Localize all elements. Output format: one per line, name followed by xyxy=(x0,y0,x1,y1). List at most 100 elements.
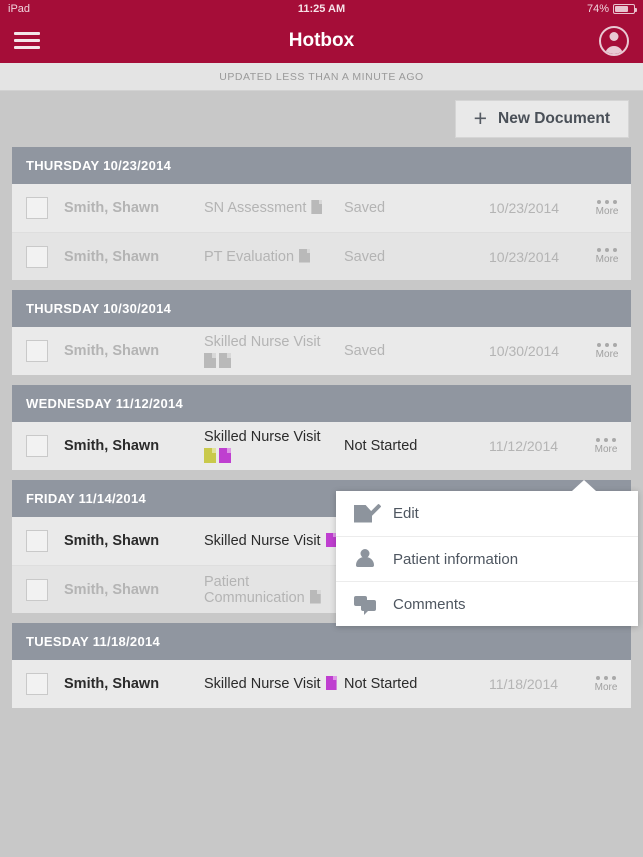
row-date: 11/12/2014 xyxy=(489,438,559,454)
document-gray-icon xyxy=(311,200,323,214)
more-label: More xyxy=(595,205,619,217)
document-type-cell: Skilled Nurse Visit xyxy=(204,676,344,692)
document-icons xyxy=(204,448,344,463)
more-label: More xyxy=(594,443,618,455)
document-type-cell: Skilled Nurse Visit xyxy=(204,533,344,549)
row-checkbox[interactable] xyxy=(26,530,48,552)
section-header: THURSDAY 10/23/2014 xyxy=(12,147,631,184)
date-section: THURSDAY 10/30/2014 Smith, Shawn Skilled N… xyxy=(12,290,631,375)
status-battery-group: 74% xyxy=(586,3,637,15)
new-document-button[interactable]: + New Document xyxy=(454,100,629,138)
document-type-cell: SN Assessment xyxy=(204,200,344,216)
date-section: TUESDAY 11/18/2014 Smith, Shawn Skilled Nu… xyxy=(12,623,631,708)
status-text: Not Started xyxy=(344,676,418,692)
navigation-bar: Hotbox xyxy=(0,18,643,63)
document-purple-icon xyxy=(325,533,337,547)
row-checkbox[interactable] xyxy=(26,578,48,601)
popover-item-label: Comments xyxy=(393,595,466,613)
more-dots-icon xyxy=(596,437,617,442)
more-dots-icon xyxy=(597,199,618,204)
status-battery-percent: 74% xyxy=(586,3,609,15)
row-checkbox[interactable] xyxy=(26,197,48,219)
last-updated-text: UPDATED LESS THAN A MINUTE AGO xyxy=(219,70,424,83)
comments-icon xyxy=(354,593,376,615)
more-dots-icon xyxy=(597,248,618,252)
document-purple-icon xyxy=(219,448,231,463)
document-gray-icon xyxy=(299,248,311,263)
document-type-label: SN Assessment xyxy=(204,200,307,216)
status-text: Saved xyxy=(344,248,386,265)
document-type-cell: PT Evaluation xyxy=(204,248,344,265)
section-header: WEDNESDAY 11/12/2014 xyxy=(12,385,631,422)
last-updated-bar: UPDATED LESS THAN A MINUTE AGO xyxy=(0,63,643,91)
status-clock: 11:25 AM xyxy=(297,3,346,15)
document-type-cell: Skilled Nurse Visit xyxy=(204,334,344,368)
row-checkbox[interactable] xyxy=(26,673,48,695)
patient-name: Smith, Shawn xyxy=(64,581,160,598)
person-icon xyxy=(354,548,376,570)
document-type-label: Patient Communication xyxy=(204,573,305,606)
section-header: TUESDAY 11/18/2014 xyxy=(12,623,631,660)
patient-name: Smith, Shawn xyxy=(64,200,160,216)
document-purple-icon xyxy=(325,676,337,690)
row-checkbox[interactable] xyxy=(26,435,48,457)
patient-name: Smith, Shawn xyxy=(64,248,160,265)
popover-item-edit[interactable]: Edit xyxy=(336,491,638,536)
row-date: 10/23/2014 xyxy=(489,248,560,265)
app-screen: iPad 11:25 AM 74% Hotbox UPDATED LESS TH… xyxy=(0,0,643,857)
row-actions-popover: Edit Patient information Comments xyxy=(336,480,638,626)
document-type-cell: Patient Communication xyxy=(204,574,344,606)
table-row[interactable]: Smith, Shawn Skilled Nurse Visit Saved 10/3… xyxy=(12,327,631,375)
document-gray-icon xyxy=(219,353,231,368)
more-actions-button[interactable]: More xyxy=(584,437,628,455)
popover-item-label: Patient information xyxy=(393,550,519,568)
document-type-label: Skilled Nurse Visit xyxy=(204,334,321,350)
patient-name: Smith, Shawn xyxy=(64,343,160,359)
more-actions-button[interactable]: More xyxy=(585,248,629,265)
popover-item-patient-information[interactable]: Patient information xyxy=(336,536,638,581)
user-avatar-icon[interactable] xyxy=(599,25,629,56)
more-dots-icon xyxy=(597,342,618,347)
row-date: 10/30/2014 xyxy=(489,343,560,359)
patient-name: Smith, Shawn xyxy=(64,438,160,454)
row-checkbox[interactable] xyxy=(26,340,48,362)
battery-icon xyxy=(613,4,637,14)
table-row[interactable]: Smith, Shawn PT Evaluation Saved 10/23/2014… xyxy=(12,232,631,280)
section-rows: Smith, Shawn Skilled Nurse Visit Not Start… xyxy=(12,422,631,470)
document-gray-icon xyxy=(204,353,216,368)
document-type-label: Skilled Nurse Visit xyxy=(204,676,321,692)
section-rows: Smith, Shawn Skilled Nurse Visit Saved 10/3… xyxy=(12,327,631,375)
more-actions-button[interactable]: More xyxy=(584,675,628,693)
row-date: 11/18/2014 xyxy=(489,676,559,692)
more-dots-icon xyxy=(596,675,617,680)
popover-item-comments[interactable]: Comments xyxy=(336,581,638,626)
status-bar: iPad 11:25 AM 74% xyxy=(0,0,643,18)
patient-name: Smith, Shawn xyxy=(64,533,160,549)
more-actions-button[interactable]: More xyxy=(585,199,629,217)
plus-icon: + xyxy=(473,104,488,131)
more-label: More xyxy=(594,681,618,693)
status-text: Saved xyxy=(344,200,386,216)
date-section: THURSDAY 10/23/2014 Smith, Shawn SN Assess… xyxy=(12,147,631,280)
more-actions-button[interactable]: More xyxy=(585,342,629,360)
date-section: WEDNESDAY 11/12/2014 Smith, Shawn Skilled … xyxy=(12,385,631,470)
section-header: THURSDAY 10/30/2014 xyxy=(12,290,631,327)
document-yellow-icon xyxy=(204,448,216,463)
document-type-label: PT Evaluation xyxy=(204,248,295,265)
hamburger-menu-icon[interactable] xyxy=(14,28,40,53)
status-text: Not Started xyxy=(344,438,418,454)
popover-item-label: Edit xyxy=(393,505,419,522)
document-type-label: Skilled Nurse Visit xyxy=(204,533,321,549)
new-document-label: New Document xyxy=(498,110,610,127)
popover-arrow xyxy=(572,480,596,491)
row-date: 10/23/2014 xyxy=(489,200,560,216)
table-row[interactable]: Smith, Shawn SN Assessment Saved 10/23/2014… xyxy=(12,184,631,232)
row-checkbox[interactable] xyxy=(26,245,48,268)
table-row[interactable]: Smith, Shawn Skilled Nurse Visit Not Start… xyxy=(12,660,631,708)
section-rows: Smith, Shawn SN Assessment Saved 10/23/2014… xyxy=(12,184,631,280)
content-toolbar: + New Document xyxy=(0,91,643,147)
document-type-cell: Skilled Nurse Visit xyxy=(204,429,344,463)
table-row[interactable]: Smith, Shawn Skilled Nurse Visit Not Start… xyxy=(12,422,631,470)
document-gray-icon xyxy=(309,589,321,604)
document-icons xyxy=(204,353,344,368)
